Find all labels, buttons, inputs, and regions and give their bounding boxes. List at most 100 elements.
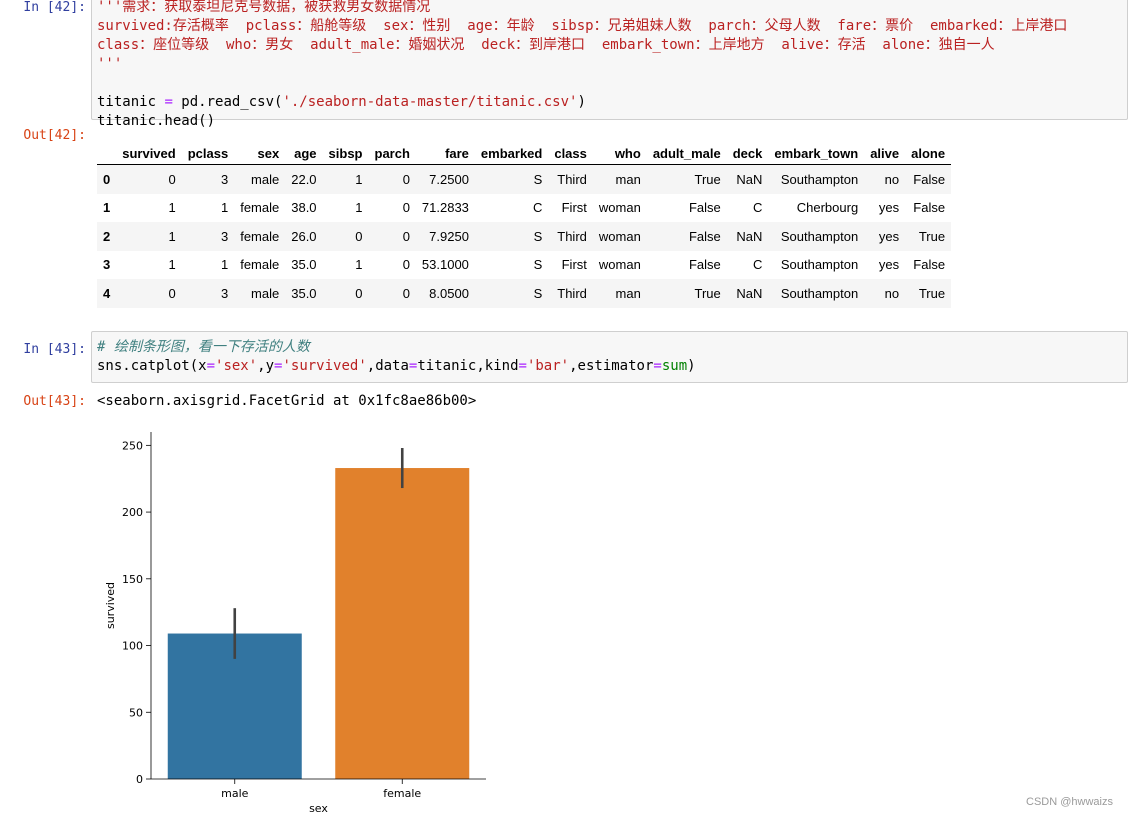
dataframe-header-row: survived pclass sex age sibsp parch fare embark… [97,142,952,165]
table-row: 3 1 1 female 35.0 1 0 53.1000 S First woman False C S… [97,251,951,280]
table-cell: 3 [220,285,229,301]
table-cell: 0 [168,285,176,301]
table-cell: False [913,257,946,273]
table-cell: no [884,171,900,187]
table-cell: 35.0 [291,285,317,301]
code-token: ,data [366,358,409,374]
code-token: titanic [97,94,165,110]
table-cell: Third [557,285,587,301]
column-header: deck [726,142,769,165]
row-index: 1 [103,200,111,216]
row-index: 2 [103,228,111,244]
table-cell: male [251,171,280,187]
column-header: fare [415,142,475,165]
table-cell: Third [557,171,587,187]
code-line: # 绘制条形图，看一下存活的人数 [97,338,696,357]
table-cell: 0 [168,171,176,187]
table-cell: man [615,171,641,187]
table-cell: 8.0500 [429,285,469,301]
code-token: = [518,358,527,374]
table-cell: S [533,285,543,301]
code-token: '''需求：获取泰坦尼克号数据，被获救男女数据情况 [97,0,431,15]
table-cell: First [561,200,587,216]
column-header [97,142,117,165]
row-index: 3 [103,257,111,273]
facetgrid-repr: <seaborn.axisgrid.FacetGrid at 0x1fc8ae8… [97,393,477,409]
column-header: alone [905,142,952,165]
table-cell: C [532,200,543,216]
column-header: survived [116,142,182,165]
code-token: pd.read_csv( [172,94,283,110]
table-cell: First [561,257,587,273]
table-cell: S [533,257,543,273]
table-cell: False [913,171,946,187]
y-axis-label: survived [104,582,117,629]
table-cell: True [694,171,721,187]
table-cell: yes [878,200,900,216]
code-token: = [164,94,173,110]
cell-43-out-prompt: Out[43]: [23,394,86,409]
csdn-watermark: CSDN @hwwaizs [1026,796,1113,808]
x-tick-label: male [221,787,249,800]
table-cell: Southampton [780,171,859,187]
code-token: = [653,358,662,374]
table-cell: True [918,228,946,244]
table-cell: 71.2833 [421,200,469,216]
table-cell: female [240,200,280,216]
survived-by-sex-bar-chart: male female 0 50 100 150 200 250 sex survived [104,432,486,815]
column-header: age [285,142,323,165]
table-cell: 1 [168,228,176,244]
table-cell: S [533,171,543,187]
column-header: parch [368,142,416,165]
code-line: class：座位等级 who：男女 adult_male：婚姻状况 deck：到… [97,36,1067,55]
titanic-head-dataframe: survived pclass sex age sibsp parch fare embark… [97,142,952,308]
column-header: sex [234,142,286,165]
table-cell: male [251,285,280,301]
table-cell: 1 [355,200,363,216]
column-header: pclass [181,142,235,165]
cell-43-code-editor[interactable]: # 绘制条形图，看一下存活的人数 sns.catplot(x='sex',y='s… [91,331,1128,383]
column-header: embark_town [768,142,865,165]
table-cell: NaN [736,171,763,187]
table-cell: C [752,257,763,273]
code-token: survived:存活概率 pclass：船舱等级 sex：性别 age：年龄 … [97,18,1068,34]
table-cell: Third [557,228,587,244]
table-cell: 22.0 [291,171,317,187]
table-cell: 0 [355,228,363,244]
code-token: ) [577,94,586,110]
table-cell: 0 [402,285,410,301]
table-cell: 38.0 [291,200,317,216]
table-cell: False [688,257,721,273]
table-cell: 1 [355,257,363,273]
code-token: 'bar' [526,358,570,374]
table-cell: Southampton [780,228,859,244]
table-cell: 0 [402,228,410,244]
table-cell: 1 [168,257,176,273]
table-cell: 0 [402,257,410,273]
cell-42-code-editor[interactable]: '''需求：获取泰坦尼克号数据，被获救男女数据情况 survived:存活概率 p… [91,0,1128,129]
code-token: ''' [97,56,123,72]
row-index: 4 [103,285,111,301]
y-tick-label: 250 [122,439,143,452]
table-cell: S [533,228,543,244]
table-cell: 7.2500 [429,171,469,187]
table-cell: C [752,200,763,216]
table-cell: False [688,228,721,244]
table-cell: Southampton [780,257,859,273]
table-cell: 53.1000 [421,257,469,273]
code-token: './seaborn-data-master/titanic.csv' [282,94,578,110]
y-tick-label: 0 [136,773,143,786]
table-cell: woman [598,228,641,244]
code-line: titanic.head() [97,112,1067,131]
row-index: 0 [103,171,111,187]
table-cell: 26.0 [291,228,317,244]
x-tick-label: female [383,787,421,800]
cell-42-code: '''需求：获取泰坦尼克号数据，被获救男女数据情况 survived:存活概率 p… [97,0,1067,131]
code-token: = [206,358,216,374]
table-cell: NaN [736,228,763,244]
column-header: class [548,142,593,165]
table-cell: Cherbourg [796,200,859,216]
code-line: sns.catplot(x='sex',y='survived',data=ti… [97,357,696,376]
table-cell: man [615,285,641,301]
